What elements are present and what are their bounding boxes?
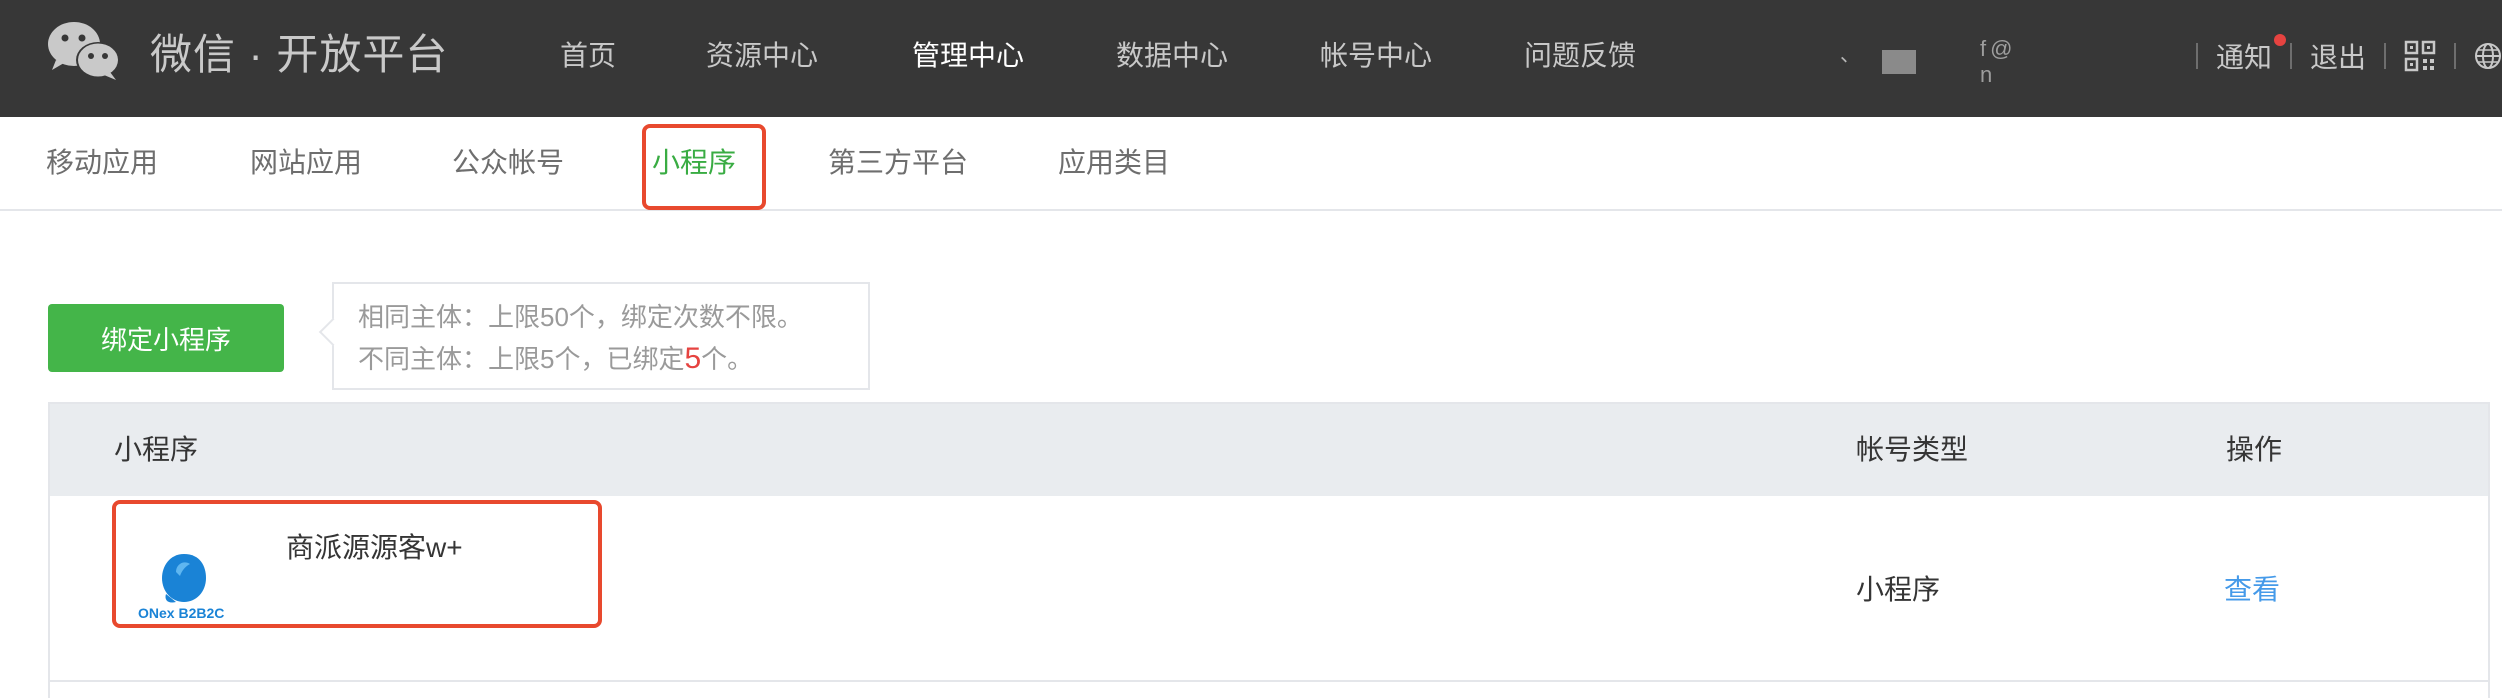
bound-count: 5 <box>684 342 702 375</box>
divider <box>2290 43 2293 69</box>
logout-link[interactable]: 退出 <box>2310 36 2366 76</box>
qrcode-button[interactable] <box>2404 40 2436 72</box>
tab-app-categories[interactable]: 应用类目 <box>1058 117 1170 209</box>
nav-home[interactable]: 首页 <box>560 0 616 112</box>
tip-different-prefix: 不同主体：上限5个，已绑定 <box>358 344 685 374</box>
header-actions: 操作 <box>2226 434 2283 465</box>
annotation-highlight-tab <box>642 124 766 210</box>
wechat-logo-icon <box>48 22 120 80</box>
tab-website-apps[interactable]: 网站应用 <box>250 117 362 209</box>
qrcode-icon <box>2404 40 2436 72</box>
tab-third-party-platform[interactable]: 第三方平台 <box>828 117 968 209</box>
header-actions: 通知 退出 <box>2178 0 2502 112</box>
notify-link[interactable]: 通知 <box>2216 34 2287 76</box>
tip-arrow <box>318 317 348 347</box>
divider <box>2454 43 2457 69</box>
top-header: 微信 · 开放平台 首页 资源中心 管理中心 数据中心 帐号中心 问题反馈 、 … <box>0 0 2502 117</box>
tip-different-entity: 不同主体：上限5个，已绑定5个。 <box>358 338 844 380</box>
sub-tabs: 移动应用 网站应用 公众帐号 小程序 第三方平台 应用类目 <box>0 117 2502 211</box>
wechat-logo[interactable]: 微信 · 开放平台 <box>46 18 448 84</box>
platform-title: 微信 · 开放平台 <box>150 30 449 78</box>
view-link[interactable]: 查看 <box>2224 568 2280 608</box>
account-masked-prefix: 、 <box>1840 44 1860 66</box>
account-avatar-mask <box>1882 50 1916 74</box>
nav-feedback[interactable]: 问题反馈 <box>1524 0 1636 112</box>
divider <box>2384 43 2387 69</box>
bind-mini-program-button[interactable]: 绑定小程序 <box>48 304 284 372</box>
nav-resources[interactable]: 资源中心 <box>706 0 818 112</box>
annotation-highlight-row <box>112 500 602 628</box>
tip-different-suffix: 个。 <box>701 344 754 374</box>
language-button[interactable] <box>2474 42 2502 70</box>
tab-mobile-apps[interactable]: 移动应用 <box>46 117 158 209</box>
nav-management[interactable]: 管理中心 <box>912 0 1024 112</box>
tab-official-accounts[interactable]: 公众帐号 <box>452 117 564 209</box>
account-type-value: 小程序 <box>1856 574 1941 605</box>
notify-label: 通知 <box>2216 42 2273 73</box>
nav-data[interactable]: 数据中心 <box>1116 0 1228 112</box>
bind-limit-tip: 相同主体：上限50个，绑定次数不限。 不同主体：上限5个，已绑定5个。 <box>318 282 870 390</box>
account-masked-name: f@ n <box>1980 36 2017 87</box>
nav-account[interactable]: 帐号中心 <box>1320 0 1432 112</box>
divider <box>2196 43 2198 69</box>
header-account-type: 帐号类型 <box>1856 434 1969 465</box>
notification-dot <box>2274 34 2287 46</box>
table-header: 小程序 帐号类型 操作 <box>50 404 2488 496</box>
tip-same-entity: 相同主体：上限50个，绑定次数不限。 <box>358 302 803 332</box>
globe-icon <box>2475 43 2502 69</box>
header-mini-program: 小程序 <box>114 434 199 465</box>
